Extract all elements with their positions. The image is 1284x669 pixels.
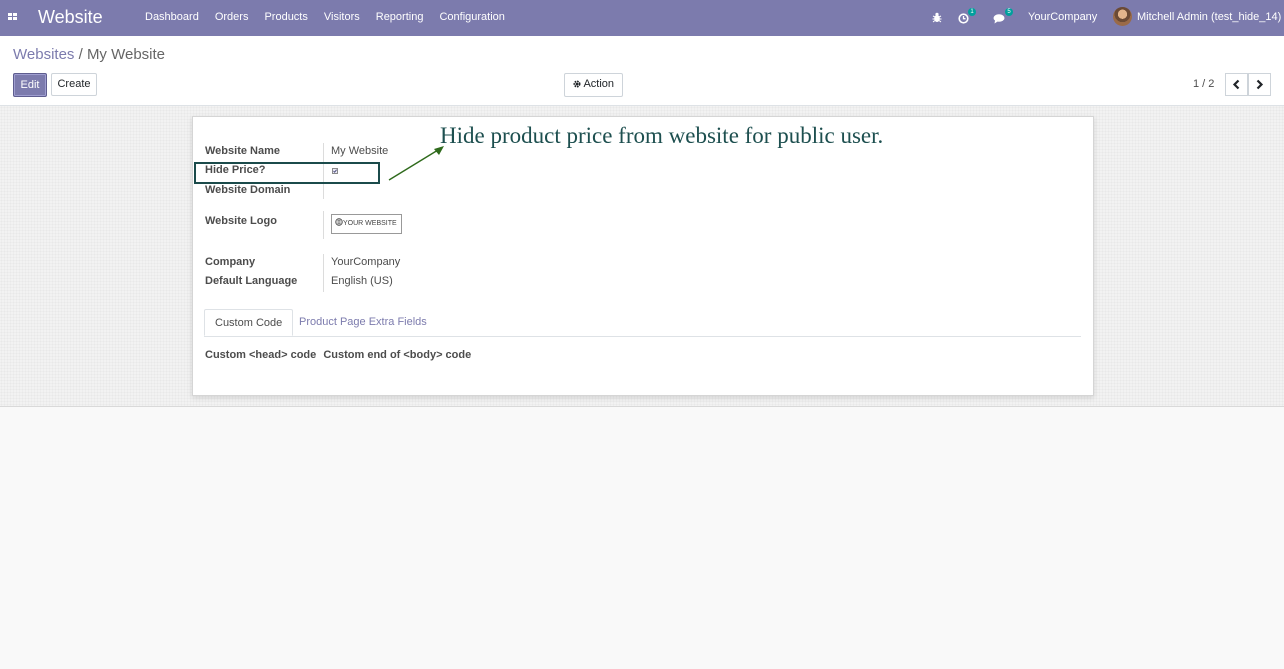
- default-language-label: Default Language: [205, 275, 298, 287]
- chevron-right-icon: [1256, 79, 1264, 90]
- tab-custom-code[interactable]: Custom Code: [204, 309, 294, 336]
- message-count-badge: 5: [1005, 8, 1013, 16]
- form-sheet: Website Name My Website Hide Price? Webs…: [192, 116, 1094, 396]
- globe-icon: [335, 218, 343, 226]
- control-panel: Websites / My Website Edit Create Action…: [0, 36, 1284, 106]
- menu-item-products[interactable]: Products: [264, 11, 307, 23]
- annotation-text: Hide product price from website for publ…: [440, 123, 884, 148]
- user-avatar[interactable]: [1113, 7, 1132, 26]
- website-logo-label: Website Logo: [205, 215, 277, 227]
- app-brand[interactable]: Website: [38, 7, 103, 28]
- custom-head-code-field[interactable]: Custom <head> code: [205, 349, 316, 361]
- chevron-left-icon: [1232, 79, 1240, 90]
- menu-item-visitors[interactable]: Visitors: [324, 11, 360, 23]
- menu-item-dashboard[interactable]: Dashboard: [145, 11, 199, 23]
- website-name-field[interactable]: My Website: [331, 145, 388, 157]
- default-language-field[interactable]: English (US): [331, 275, 393, 287]
- breadcrumb: Websites / My Website: [13, 46, 165, 63]
- company-field[interactable]: YourCompany: [331, 256, 400, 268]
- menu-item-orders[interactable]: Orders: [215, 11, 249, 23]
- custom-code-fields: Custom <head> code Custom end of <body> …: [205, 349, 475, 361]
- company-switcher[interactable]: YourCompany: [1028, 11, 1097, 23]
- menu-item-configuration[interactable]: Configuration: [439, 11, 504, 23]
- custom-body-code-field[interactable]: Custom end of <body> code: [323, 349, 471, 361]
- field-divider: [323, 211, 324, 239]
- breadcrumb-separator: /: [78, 46, 83, 63]
- breadcrumb-current: My Website: [86, 46, 166, 63]
- create-button[interactable]: Create: [51, 73, 97, 96]
- user-menu[interactable]: Mitchell Admin (test_hide_14): [1137, 11, 1281, 23]
- website-logo-image[interactable]: YOUR WEBSITE: [331, 214, 402, 234]
- main-menu: Dashboard Orders Products Visitors Repor…: [145, 11, 521, 23]
- pager-next-button[interactable]: [1248, 73, 1271, 96]
- pager-value[interactable]: 1 / 2: [1193, 78, 1214, 90]
- website-name-label: Website Name: [205, 145, 280, 157]
- activity-clock-icon[interactable]: 1: [958, 8, 976, 25]
- tab-product-page-extra-fields[interactable]: Product Page Extra Fields: [289, 309, 437, 336]
- action-label: Action: [583, 78, 615, 90]
- gear-icon: [573, 80, 581, 88]
- debug-bug-icon[interactable]: [932, 12, 942, 23]
- notebook-tabs: Custom Code Product Page Extra Fields: [204, 309, 1081, 337]
- pager-previous-button[interactable]: [1225, 73, 1248, 96]
- website-domain-label: Website Domain: [205, 184, 291, 196]
- apps-menu-icon[interactable]: [8, 13, 18, 21]
- logo-text: YOUR WEBSITE: [343, 220, 397, 227]
- hide-price-highlight-box: [194, 162, 380, 184]
- annotation-arrow-icon: [388, 146, 444, 181]
- field-divider: [323, 254, 324, 292]
- breadcrumb-websites-link[interactable]: Websites: [13, 46, 74, 63]
- action-button[interactable]: Action: [564, 73, 623, 97]
- company-label: Company: [205, 256, 256, 268]
- activity-count-badge: 1: [968, 8, 976, 16]
- menu-item-reporting[interactable]: Reporting: [376, 11, 424, 23]
- top-navbar: Website Dashboard Orders Products Visito…: [0, 0, 1284, 36]
- edit-button[interactable]: Edit: [13, 73, 47, 97]
- messages-chat-icon[interactable]: 5: [993, 8, 1013, 25]
